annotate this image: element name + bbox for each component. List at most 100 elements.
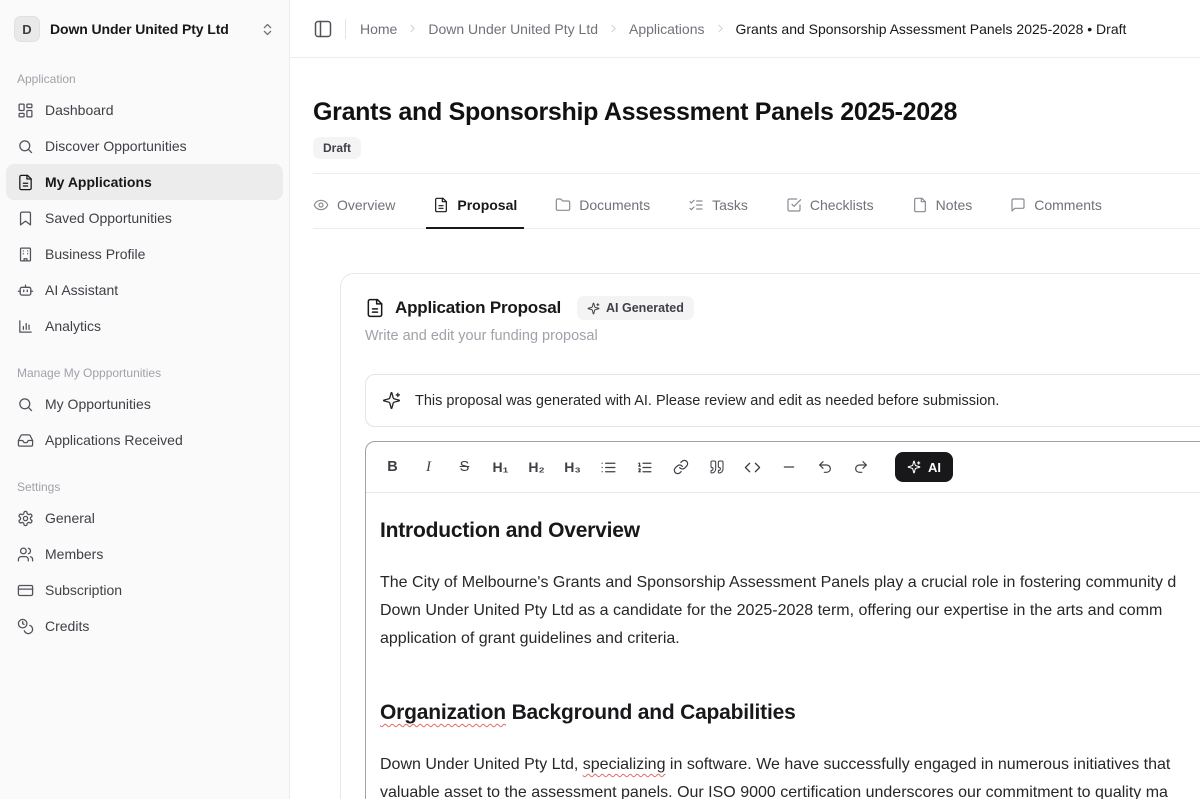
heading1-button[interactable]: H₁ <box>486 453 515 481</box>
check-square-icon <box>786 197 802 213</box>
sidebar-item-analytics[interactable]: Analytics <box>6 308 283 344</box>
link-button[interactable] <box>666 453 695 481</box>
dashboard-icon <box>17 102 34 119</box>
sidebar-item-label: Discover Opportunities <box>45 138 187 154</box>
italic-button[interactable]: I <box>414 453 443 481</box>
sidebar-toggle-icon[interactable] <box>313 19 333 39</box>
chevrons-up-down-icon <box>260 22 275 37</box>
inbox-icon <box>17 432 34 449</box>
heading2-button[interactable]: H₂ <box>522 453 551 481</box>
sidebar-item-business-profile[interactable]: Business Profile <box>6 236 283 272</box>
page-title: Grants and Sponsorship Assessment Panels… <box>313 98 1200 127</box>
bar-chart-icon <box>17 318 34 335</box>
card-title: Application Proposal <box>395 298 561 318</box>
tab-bar: Overview Proposal Documents Tasks Checkl… <box>313 174 1200 229</box>
sidebar-item-label: Analytics <box>45 318 101 334</box>
ai-assistant-button[interactable]: AI <box>895 452 953 482</box>
sidebar-item-label: My Applications <box>45 174 152 190</box>
breadcrumb-applications[interactable]: Applications <box>629 21 705 37</box>
folder-icon <box>555 197 571 213</box>
ai-notice-text: This proposal was generated with AI. Ple… <box>415 393 999 409</box>
file-text-icon <box>365 298 385 318</box>
horizontal-rule-button[interactable] <box>774 453 803 481</box>
workspace-switcher[interactable]: D Down Under United Pty Ltd <box>0 0 289 50</box>
sidebar-section-manage: Manage My Oppportunities <box>0 366 289 380</box>
bot-icon <box>17 282 34 299</box>
tab-label: Checklists <box>810 197 874 213</box>
search-icon <box>17 138 34 155</box>
message-square-icon <box>1010 197 1026 213</box>
sidebar-item-label: Applications Received <box>45 432 183 448</box>
tab-comments[interactable]: Comments <box>1010 197 1102 228</box>
topbar: Home Down Under United Pty Ltd Applicati… <box>290 0 1200 58</box>
sidebar-item-my-applications[interactable]: My Applications <box>6 164 283 200</box>
sidebar-item-discover-opportunities[interactable]: Discover Opportunities <box>6 128 283 164</box>
search-icon <box>17 396 34 413</box>
sidebar-item-label: Saved Opportunities <box>45 210 172 226</box>
doc-text-line: valuable asset to the assessment panels.… <box>380 779 1200 799</box>
sidebar-item-label: AI Assistant <box>45 282 118 298</box>
breadcrumb: Home Down Under United Pty Ltd Applicati… <box>360 21 1126 37</box>
sidebar-item-general[interactable]: General <box>6 500 283 536</box>
tab-label: Comments <box>1034 197 1102 213</box>
gear-icon <box>17 510 34 527</box>
chevron-right-icon <box>607 22 620 35</box>
redo-button[interactable] <box>846 453 875 481</box>
tab-label: Notes <box>936 197 973 213</box>
doc-heading-rest: Background and Capabilities <box>506 701 796 724</box>
status-badge: Draft <box>313 137 361 159</box>
heading3-button[interactable]: H₃ <box>558 453 587 481</box>
sidebar-item-ai-assistant[interactable]: AI Assistant <box>6 272 283 308</box>
tab-proposal[interactable]: Proposal <box>433 197 517 228</box>
doc-text-line: Down Under United Pty Ltd, specializing … <box>380 751 1200 779</box>
blockquote-button[interactable] <box>702 453 731 481</box>
doc-heading-introduction: Introduction and Overview <box>380 519 1200 543</box>
sidebar-section-settings: Settings <box>0 480 289 494</box>
tab-label: Proposal <box>457 197 517 213</box>
sparkles-icon <box>907 460 921 474</box>
sidebar-item-my-opportunities[interactable]: My Opportunities <box>6 386 283 422</box>
rich-text-editor: B I S H₁ H₂ H₃ AI <box>365 441 1200 799</box>
breadcrumb-org[interactable]: Down Under United Pty Ltd <box>428 21 598 37</box>
code-button[interactable] <box>738 453 767 481</box>
breadcrumb-home[interactable]: Home <box>360 21 397 37</box>
card-header: Application Proposal AI Generated <box>365 296 1200 320</box>
editor-content[interactable]: Introduction and Overview The City of Me… <box>366 493 1200 799</box>
doc-text-line: application of grant guidelines and crit… <box>380 625 1200 653</box>
sidebar-item-label: Business Profile <box>45 246 145 262</box>
file-text-icon <box>17 174 34 191</box>
file-text-icon <box>433 197 449 213</box>
bold-button[interactable]: B <box>378 453 407 481</box>
sidebar-item-applications-received[interactable]: Applications Received <box>6 422 283 458</box>
sidebar-item-subscription[interactable]: Subscription <box>6 572 283 608</box>
workspace-avatar: D <box>14 16 40 42</box>
doc-text-line: Down Under United Pty Ltd as a candidate… <box>380 597 1200 625</box>
application-proposal-card: Application Proposal AI Generated Write … <box>340 273 1200 799</box>
sidebar-item-saved-opportunities[interactable]: Saved Opportunities <box>6 200 283 236</box>
chevron-right-icon <box>406 22 419 35</box>
doc-text-segment: Down Under United Pty Ltd, <box>380 756 583 773</box>
bullet-list-button[interactable] <box>594 453 623 481</box>
sparkles-icon <box>587 302 600 315</box>
sidebar-item-members[interactable]: Members <box>6 536 283 572</box>
tab-overview[interactable]: Overview <box>313 197 395 228</box>
main-area: Home Down Under United Pty Ltd Applicati… <box>290 0 1200 799</box>
strikethrough-button[interactable]: S <box>450 453 479 481</box>
sidebar: D Down Under United Pty Ltd Application … <box>0 0 290 799</box>
ordered-list-button[interactable] <box>630 453 659 481</box>
tab-documents[interactable]: Documents <box>555 197 650 228</box>
undo-button[interactable] <box>810 453 839 481</box>
tab-notes[interactable]: Notes <box>912 197 973 228</box>
breadcrumb-current: Grants and Sponsorship Assessment Panels… <box>736 21 1127 37</box>
doc-paragraph: The City of Melbourne's Grants and Spons… <box>380 569 1200 653</box>
sidebar-item-label: Dashboard <box>45 102 114 118</box>
tab-label: Overview <box>337 197 395 213</box>
tab-checklists[interactable]: Checklists <box>786 197 874 228</box>
sidebar-item-label: Members <box>45 546 103 562</box>
tab-tasks[interactable]: Tasks <box>688 197 748 228</box>
sidebar-item-credits[interactable]: Credits <box>6 608 283 644</box>
sidebar-item-dashboard[interactable]: Dashboard <box>6 92 283 128</box>
topbar-divider <box>345 19 346 39</box>
sidebar-item-label: Credits <box>45 618 89 634</box>
doc-paragraph: Down Under United Pty Ltd, specializing … <box>380 751 1200 799</box>
